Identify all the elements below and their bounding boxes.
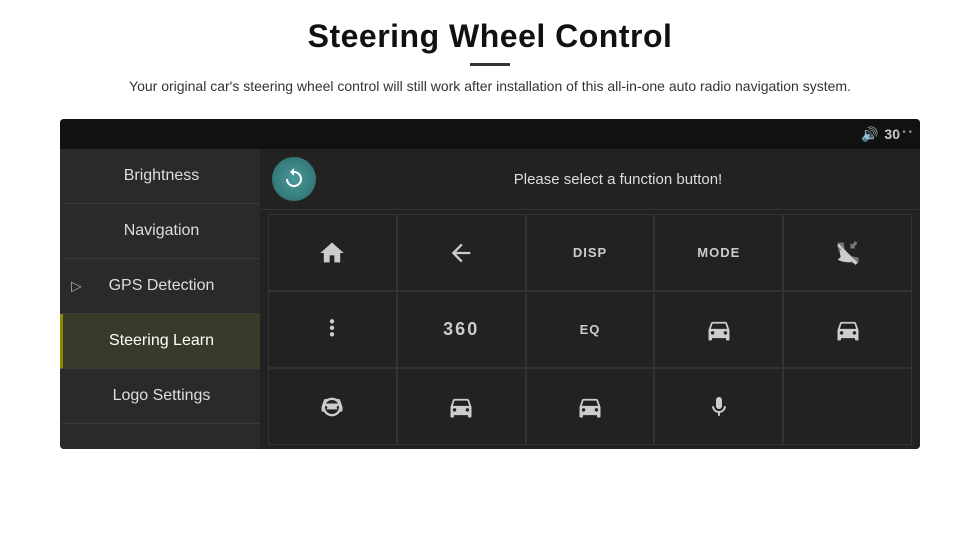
btn-car-front[interactable] — [268, 368, 397, 445]
sidebar-item-steering-learn[interactable]: Steering Learn — [60, 314, 260, 369]
function-prompt: Please select a function button! — [328, 171, 908, 188]
btn-car-side1[interactable] — [397, 368, 526, 445]
eq-label: EQ — [580, 322, 601, 337]
mode-label: MODE — [697, 245, 740, 260]
btn-home[interactable] — [268, 214, 397, 291]
btn-car-cam1[interactable] — [654, 291, 783, 368]
disp-label: DISP — [573, 245, 607, 260]
sidebar-item-logo-settings[interactable]: Logo Settings — [60, 369, 260, 424]
title-divider — [470, 63, 510, 66]
360-label: 360 — [443, 319, 479, 340]
btn-eq[interactable]: EQ — [526, 291, 655, 368]
btn-car-cam2[interactable] — [783, 291, 912, 368]
function-bar: Please select a function button! • • • — [260, 149, 920, 210]
btn-microphone[interactable] — [654, 368, 783, 445]
btn-antenna[interactable] — [268, 291, 397, 368]
cursor-pointer: ▷ — [71, 278, 82, 295]
sidebar: Brightness Navigation ▷ GPS Detection St… — [60, 149, 260, 449]
refresh-button[interactable] — [272, 157, 316, 201]
btn-mode[interactable]: MODE — [654, 214, 783, 291]
button-grid: DISP MODE 360 — [260, 210, 920, 449]
sidebar-item-navigation[interactable]: Navigation — [60, 204, 260, 259]
sidebar-item-brightness[interactable]: Brightness — [60, 149, 260, 204]
btn-back[interactable] — [397, 214, 526, 291]
btn-car-side2[interactable] — [526, 368, 655, 445]
top-bar: 🔊 30 — [60, 119, 920, 149]
right-panel: Please select a function button! • • • — [260, 149, 920, 449]
btn-empty — [783, 368, 912, 445]
car-radio-ui: 🔊 30 Brightness Navigation ▷ GPS Detecti… — [60, 119, 920, 449]
page-subtitle: Your original car's steering wheel contr… — [80, 76, 900, 97]
btn-disp[interactable]: DISP — [526, 214, 655, 291]
btn-phone-off[interactable] — [783, 214, 912, 291]
sidebar-item-gps-detection[interactable]: ▷ GPS Detection — [60, 259, 260, 314]
btn-360[interactable]: 360 — [397, 291, 526, 368]
main-content: Brightness Navigation ▷ GPS Detection St… — [60, 149, 920, 449]
page-title: Steering Wheel Control — [80, 18, 900, 55]
page-header: Steering Wheel Control Your original car… — [0, 0, 980, 109]
volume-icon: 🔊 — [861, 126, 878, 143]
